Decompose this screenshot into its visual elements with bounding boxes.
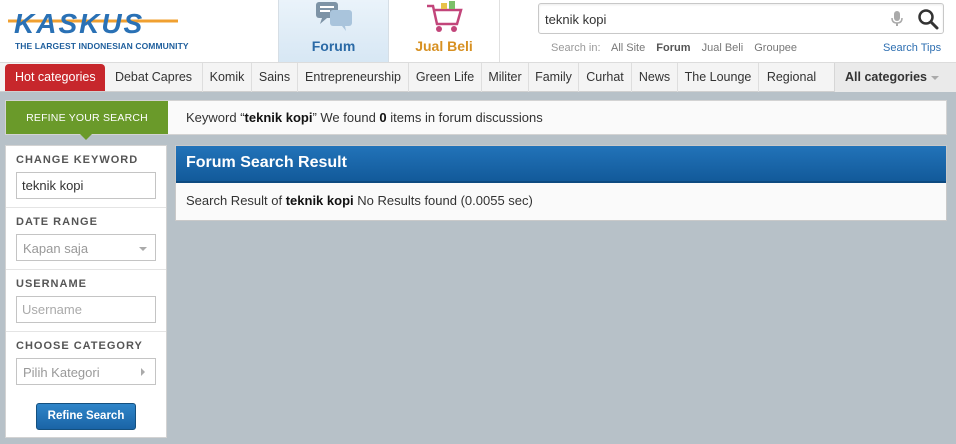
refine-bar: REFINE YOUR SEARCH Keyword “teknik kopi”…: [5, 100, 947, 140]
kaskus-logo[interactable]: KASKUS THE LARGEST INDONESIAN COMMUNITY: [6, 9, 196, 55]
category-bar: Hot categories Debat Capres Komik Sains …: [0, 63, 956, 92]
category-regional[interactable]: Regional: [758, 63, 824, 92]
scope-jual-beli[interactable]: Jual Beli: [702, 42, 744, 54]
change-keyword-section: CHANGE KEYWORD: [6, 146, 166, 208]
username-section: USERNAME: [6, 270, 166, 332]
date-range-select[interactable]: Kapan saja: [16, 234, 156, 261]
chevron-down-icon: [930, 75, 939, 80]
category-select[interactable]: Pilih Kategori: [16, 358, 156, 385]
category-debat-capres[interactable]: Debat Capres: [105, 63, 202, 92]
site-header: KASKUS THE LARGEST INDONESIAN COMMUNITY …: [0, 0, 956, 63]
scope-forum[interactable]: Forum: [656, 42, 690, 54]
choose-category-title: CHOOSE CATEGORY: [16, 340, 143, 352]
username-title: USERNAME: [16, 278, 87, 290]
forum-icon: [315, 2, 352, 31]
all-categories-label: All categories: [845, 70, 927, 84]
search-scope: Search in: All Site Forum Jual Beli Grou…: [551, 42, 805, 54]
tab-jual-beli-label: Jual Beli: [415, 38, 473, 54]
result-title: Forum Search Result: [176, 146, 946, 183]
category-sains[interactable]: Sains: [251, 63, 297, 92]
all-categories-dropdown[interactable]: All categories: [834, 63, 956, 92]
keyword-input[interactable]: [16, 172, 156, 199]
refine-your-search-button[interactable]: REFINE YOUR SEARCH: [6, 101, 168, 140]
category-news[interactable]: News: [631, 63, 677, 92]
hot-categories-tab[interactable]: Hot categories: [5, 64, 105, 91]
result-message: Search Result of teknik kopi No Results …: [186, 193, 533, 208]
kaskus-wordmark-icon: KASKUS: [8, 9, 178, 39]
shopping-cart-icon: [427, 1, 463, 32]
category-family[interactable]: Family: [528, 63, 578, 92]
category-militer[interactable]: Militer: [481, 63, 528, 92]
change-keyword-title: CHANGE KEYWORD: [16, 154, 139, 166]
scope-groupee[interactable]: Groupee: [754, 42, 797, 54]
summary-keyword: teknik kopi: [244, 110, 313, 125]
scope-all-site[interactable]: All Site: [611, 42, 645, 54]
date-range-section: DATE RANGE Kapan saja: [6, 208, 166, 270]
microphone-icon[interactable]: [891, 11, 903, 27]
tab-forum[interactable]: Forum: [278, 0, 389, 62]
logo-tagline: THE LARGEST INDONESIAN COMMUNITY: [15, 41, 189, 51]
category-entrepreneurship[interactable]: Entrepreneurship: [297, 63, 408, 92]
chevron-right-icon: [141, 368, 145, 376]
refine-search-button[interactable]: Refine Search: [36, 403, 136, 430]
category-section: CHOOSE CATEGORY Pilih Kategori: [6, 332, 166, 394]
date-range-title: DATE RANGE: [16, 216, 98, 228]
category-green-life[interactable]: Green Life: [408, 63, 481, 92]
keyword-summary: Keyword “teknik kopi” We found 0 items i…: [186, 110, 543, 125]
search-input[interactable]: [545, 10, 875, 28]
result-keyword: teknik kopi: [285, 193, 354, 208]
username-input[interactable]: [16, 296, 156, 323]
tab-jual-beli[interactable]: Jual Beli: [389, 0, 500, 62]
svg-text:KASKUS: KASKUS: [14, 9, 144, 39]
category-komik[interactable]: Komik: [202, 63, 251, 92]
category-curhat[interactable]: Curhat: [578, 63, 631, 92]
search-box: [538, 3, 944, 34]
chevron-down-icon: [139, 247, 147, 251]
refine-sidebar: CHANGE KEYWORD DATE RANGE Kapan saja USE…: [5, 145, 167, 438]
category-the-lounge[interactable]: The Lounge: [677, 63, 758, 92]
search-icon[interactable]: [917, 8, 939, 30]
tab-forum-label: Forum: [311, 38, 356, 54]
search-tips-link[interactable]: Search Tips: [883, 42, 941, 54]
summary-count: 0: [379, 110, 387, 125]
search-in-label: Search in:: [551, 42, 601, 54]
forum-search-result-panel: Forum Search Result Search Result of tek…: [175, 145, 947, 221]
